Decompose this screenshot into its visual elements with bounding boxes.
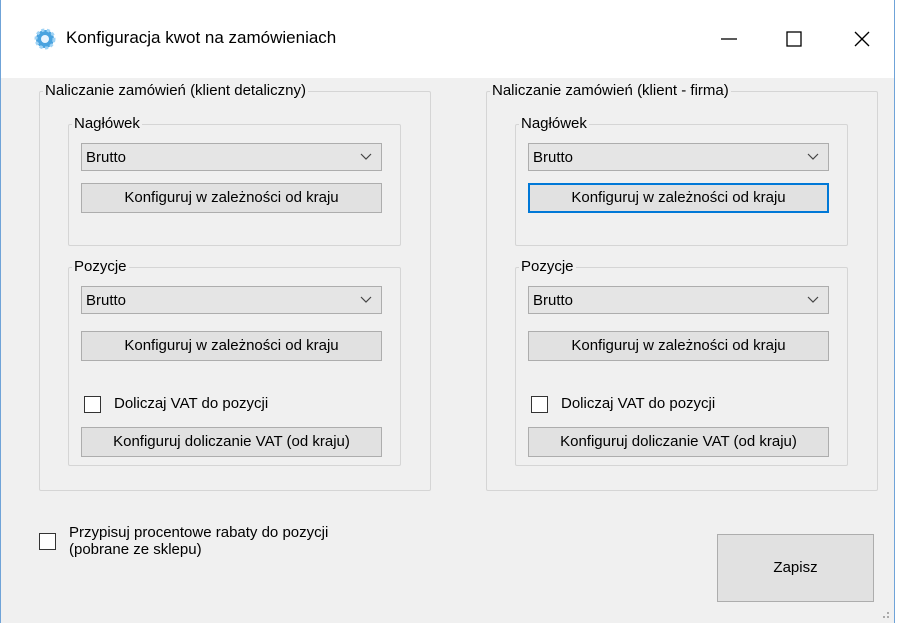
dialog-content: Naliczanie zamówień (klient detaliczny) …: [1, 78, 894, 623]
chevron-down-icon: [807, 296, 819, 303]
retail-group-title: Naliczanie zamówień (klient detaliczny): [43, 82, 308, 100]
chevron-down-icon: [360, 153, 372, 160]
retail-items-title: Pozycje: [72, 258, 129, 276]
company-header-select[interactable]: Brutto: [528, 143, 829, 171]
window-title: Konfiguracja kwot na zamówieniach: [66, 28, 337, 47]
retail-vat-checkbox[interactable]: [84, 396, 101, 413]
title-bar[interactable]: Konfiguracja kwot na zamówieniach: [1, 0, 894, 78]
company-items-select-value: Brutto: [533, 292, 574, 309]
company-group-title: Naliczanie zamówień (klient - firma): [490, 82, 731, 100]
discount-checkbox[interactable]: [39, 533, 56, 550]
company-header-group: Nagłówek Brutto Konfiguruj w zależności …: [515, 115, 848, 246]
company-vat-config-button[interactable]: Konfiguruj doliczanie VAT (od kraju): [528, 427, 829, 457]
retail-header-group: Nagłówek Brutto Konfiguruj w zależności …: [68, 115, 401, 246]
close-button[interactable]: [839, 18, 885, 58]
resize-grip-icon[interactable]: [880, 609, 890, 619]
company-group: Naliczanie zamówień (klient - firma) Nag…: [486, 82, 878, 491]
retail-header-select-value: Brutto: [86, 149, 127, 166]
save-button[interactable]: Zapisz: [717, 534, 874, 602]
company-header-config-button[interactable]: Konfiguruj w zależności od kraju: [528, 183, 829, 213]
retail-items-group: Pozycje Brutto Konfiguruj w zależności o…: [68, 258, 401, 466]
discount-label-line2: (pobrane ze sklepu): [69, 541, 202, 558]
maximize-icon: [786, 31, 802, 47]
chevron-down-icon: [807, 153, 819, 160]
retail-header-config-button[interactable]: Konfiguruj w zależności od kraju: [81, 183, 382, 213]
dialog-window: Konfiguracja kwot na zamówieniach Nalicz…: [0, 0, 895, 623]
retail-group: Naliczanie zamówień (klient detaliczny) …: [39, 82, 431, 491]
company-items-select[interactable]: Brutto: [528, 286, 829, 314]
retail-vat-config-button[interactable]: Konfiguruj doliczanie VAT (od kraju): [81, 427, 382, 457]
company-vat-checkbox[interactable]: [531, 396, 548, 413]
retail-vat-label: Doliczaj VAT do pozycji: [114, 395, 269, 412]
company-items-config-button[interactable]: Konfiguruj w zależności od kraju: [528, 331, 829, 361]
company-header-select-value: Brutto: [533, 149, 574, 166]
company-header-title: Nagłówek: [519, 115, 589, 133]
company-vat-label: Doliczaj VAT do pozycji: [561, 395, 716, 412]
retail-header-title: Nagłówek: [72, 115, 142, 133]
minimize-button[interactable]: [706, 18, 752, 58]
retail-items-config-button[interactable]: Konfiguruj w zależności od kraju: [81, 331, 382, 361]
close-icon: [854, 31, 870, 47]
gear-icon: [34, 28, 56, 50]
minimize-icon: [721, 38, 737, 40]
company-items-group: Pozycje Brutto Konfiguruj w zależności o…: [515, 258, 848, 466]
discount-label-line1: Przypisuj procentowe rabaty do pozycji: [69, 524, 329, 541]
retail-items-select[interactable]: Brutto: [81, 286, 382, 314]
retail-header-select[interactable]: Brutto: [81, 143, 382, 171]
company-items-title: Pozycje: [519, 258, 576, 276]
maximize-button[interactable]: [771, 18, 817, 58]
discount-label: Przypisuj procentowe rabaty do pozycji (…: [69, 524, 328, 558]
retail-items-select-value: Brutto: [86, 292, 127, 309]
chevron-down-icon: [360, 296, 372, 303]
